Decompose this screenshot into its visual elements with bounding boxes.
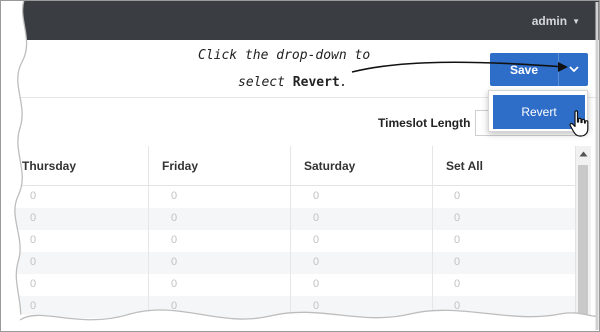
column-divider bbox=[432, 146, 433, 332]
table-cell[interactable]: 0 bbox=[171, 256, 177, 268]
table-cell[interactable]: 0 bbox=[30, 212, 36, 224]
column-header[interactable]: Thursday bbox=[22, 146, 76, 186]
table-cell[interactable]: 0 bbox=[454, 212, 460, 224]
table-row: 0 0 0 0 bbox=[0, 230, 575, 252]
timeslot-label: Timeslot Length bbox=[378, 116, 471, 130]
table-cell[interactable]: 0 bbox=[313, 256, 319, 268]
table-cell[interactable]: 0 bbox=[30, 190, 36, 202]
table-cell[interactable]: 0 bbox=[171, 212, 177, 224]
table-cell[interactable]: 0 bbox=[171, 190, 177, 202]
column-header[interactable]: Friday bbox=[162, 146, 198, 186]
table-cell[interactable]: 0 bbox=[30, 278, 36, 290]
table-row: 0 0 0 0 bbox=[0, 186, 575, 208]
table-cell[interactable]: 0 bbox=[454, 256, 460, 268]
table-cell[interactable]: 0 bbox=[30, 256, 36, 268]
table-row: 0 0 0 0 bbox=[0, 274, 575, 296]
table-row: 0 0 0 0 bbox=[0, 296, 575, 318]
table-cell[interactable]: 0 bbox=[313, 234, 319, 246]
column-divider bbox=[148, 146, 149, 332]
table-header: Thursday Friday Saturday Set All bbox=[0, 146, 575, 186]
column-divider bbox=[290, 146, 291, 332]
table-cell[interactable]: 0 bbox=[454, 190, 460, 202]
table-cell[interactable]: 0 bbox=[454, 278, 460, 290]
column-header[interactable]: Saturday bbox=[304, 146, 355, 186]
app-window: admin ▼ Save Click the drop-down to selec… bbox=[0, 0, 600, 332]
table-cell[interactable]: 0 bbox=[313, 300, 319, 312]
table-cell[interactable]: 0 bbox=[171, 300, 177, 312]
table-cell[interactable]: 0 bbox=[313, 278, 319, 290]
table-cell[interactable]: 0 bbox=[313, 212, 319, 224]
scroll-up-arrow-icon[interactable] bbox=[579, 151, 588, 157]
table-cell[interactable]: 0 bbox=[30, 234, 36, 246]
hand-pointer-icon bbox=[569, 110, 589, 137]
schedule-table: Thursday Friday Saturday Set All 0 0 0 0… bbox=[0, 146, 575, 332]
table-row: 0 0 0 0 bbox=[0, 208, 575, 230]
table-cell[interactable]: 0 bbox=[313, 190, 319, 202]
table-cell[interactable]: 0 bbox=[171, 234, 177, 246]
table-row: 0 0 0 0 bbox=[0, 252, 575, 274]
column-header[interactable]: Set All bbox=[446, 146, 483, 186]
table-cell[interactable]: 0 bbox=[30, 300, 36, 312]
table-cell[interactable]: 0 bbox=[454, 300, 460, 312]
table-cell[interactable]: 0 bbox=[171, 278, 177, 290]
scrollbar-thumb[interactable] bbox=[578, 165, 588, 332]
table-cell[interactable]: 0 bbox=[454, 234, 460, 246]
